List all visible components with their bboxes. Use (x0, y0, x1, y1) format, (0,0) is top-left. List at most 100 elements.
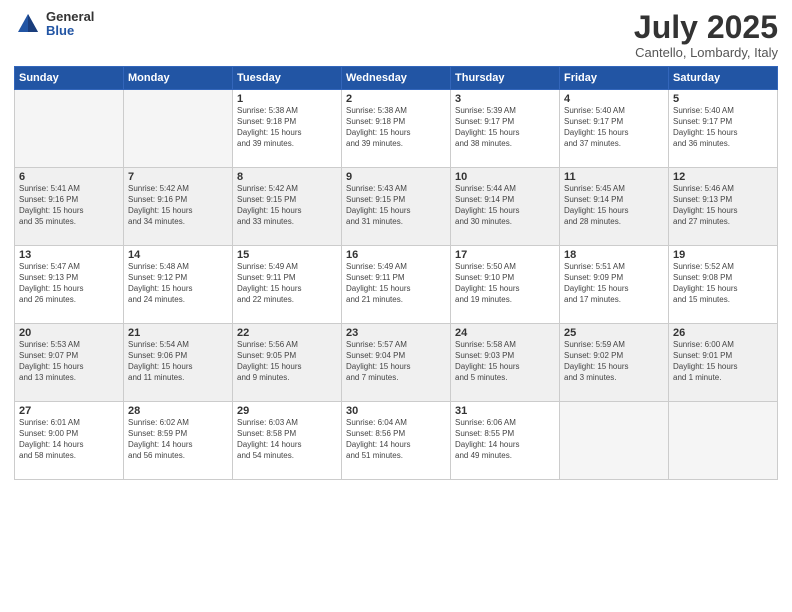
day-number: 20 (19, 327, 119, 339)
day-number: 28 (128, 405, 228, 417)
weekday-header-sunday: Sunday (15, 67, 124, 90)
day-number: 18 (564, 249, 664, 261)
calendar-cell: 11Sunrise: 5:45 AM Sunset: 9:14 PM Dayli… (560, 168, 669, 246)
calendar-cell (15, 90, 124, 168)
day-number: 1 (237, 93, 337, 105)
day-number: 22 (237, 327, 337, 339)
calendar-week-row: 1Sunrise: 5:38 AM Sunset: 9:18 PM Daylig… (15, 90, 778, 168)
page: General Blue July 2025 Cantello, Lombard… (0, 0, 792, 612)
calendar-cell: 12Sunrise: 5:46 AM Sunset: 9:13 PM Dayli… (669, 168, 778, 246)
day-number: 30 (346, 405, 446, 417)
calendar-cell: 24Sunrise: 5:58 AM Sunset: 9:03 PM Dayli… (451, 324, 560, 402)
day-info: Sunrise: 5:53 AM Sunset: 9:07 PM Dayligh… (19, 340, 119, 383)
day-number: 31 (455, 405, 555, 417)
day-number: 21 (128, 327, 228, 339)
calendar-cell: 17Sunrise: 5:50 AM Sunset: 9:10 PM Dayli… (451, 246, 560, 324)
day-number: 7 (128, 171, 228, 183)
day-number: 2 (346, 93, 446, 105)
calendar-cell: 20Sunrise: 5:53 AM Sunset: 9:07 PM Dayli… (15, 324, 124, 402)
day-number: 15 (237, 249, 337, 261)
day-info: Sunrise: 5:43 AM Sunset: 9:15 PM Dayligh… (346, 184, 446, 227)
month-title: July 2025 (634, 10, 778, 45)
day-info: Sunrise: 5:50 AM Sunset: 9:10 PM Dayligh… (455, 262, 555, 305)
logo: General Blue (14, 10, 94, 39)
calendar-cell: 5Sunrise: 5:40 AM Sunset: 9:17 PM Daylig… (669, 90, 778, 168)
day-info: Sunrise: 5:42 AM Sunset: 9:16 PM Dayligh… (128, 184, 228, 227)
day-info: Sunrise: 5:44 AM Sunset: 9:14 PM Dayligh… (455, 184, 555, 227)
weekday-header-friday: Friday (560, 67, 669, 90)
calendar-cell: 23Sunrise: 5:57 AM Sunset: 9:04 PM Dayli… (342, 324, 451, 402)
header: General Blue July 2025 Cantello, Lombard… (14, 10, 778, 60)
calendar-cell: 7Sunrise: 5:42 AM Sunset: 9:16 PM Daylig… (124, 168, 233, 246)
calendar-cell: 22Sunrise: 5:56 AM Sunset: 9:05 PM Dayli… (233, 324, 342, 402)
calendar-cell: 28Sunrise: 6:02 AM Sunset: 8:59 PM Dayli… (124, 402, 233, 480)
day-info: Sunrise: 5:58 AM Sunset: 9:03 PM Dayligh… (455, 340, 555, 383)
day-info: Sunrise: 5:40 AM Sunset: 9:17 PM Dayligh… (564, 106, 664, 149)
weekday-header-monday: Monday (124, 67, 233, 90)
calendar-cell: 30Sunrise: 6:04 AM Sunset: 8:56 PM Dayli… (342, 402, 451, 480)
calendar-cell: 10Sunrise: 5:44 AM Sunset: 9:14 PM Dayli… (451, 168, 560, 246)
calendar-header-row: SundayMondayTuesdayWednesdayThursdayFrid… (15, 67, 778, 90)
day-number: 4 (564, 93, 664, 105)
logo-text: General Blue (46, 10, 94, 39)
calendar-cell: 19Sunrise: 5:52 AM Sunset: 9:08 PM Dayli… (669, 246, 778, 324)
day-info: Sunrise: 6:03 AM Sunset: 8:58 PM Dayligh… (237, 418, 337, 461)
day-info: Sunrise: 6:00 AM Sunset: 9:01 PM Dayligh… (673, 340, 773, 383)
calendar-week-row: 6Sunrise: 5:41 AM Sunset: 9:16 PM Daylig… (15, 168, 778, 246)
day-number: 5 (673, 93, 773, 105)
day-info: Sunrise: 5:47 AM Sunset: 9:13 PM Dayligh… (19, 262, 119, 305)
day-info: Sunrise: 5:38 AM Sunset: 9:18 PM Dayligh… (237, 106, 337, 149)
calendar-cell: 29Sunrise: 6:03 AM Sunset: 8:58 PM Dayli… (233, 402, 342, 480)
day-number: 17 (455, 249, 555, 261)
day-number: 11 (564, 171, 664, 183)
day-info: Sunrise: 5:49 AM Sunset: 9:11 PM Dayligh… (346, 262, 446, 305)
day-info: Sunrise: 5:59 AM Sunset: 9:02 PM Dayligh… (564, 340, 664, 383)
calendar-cell: 8Sunrise: 5:42 AM Sunset: 9:15 PM Daylig… (233, 168, 342, 246)
day-number: 9 (346, 171, 446, 183)
calendar-cell: 3Sunrise: 5:39 AM Sunset: 9:17 PM Daylig… (451, 90, 560, 168)
day-info: Sunrise: 5:39 AM Sunset: 9:17 PM Dayligh… (455, 106, 555, 149)
day-info: Sunrise: 5:57 AM Sunset: 9:04 PM Dayligh… (346, 340, 446, 383)
day-number: 12 (673, 171, 773, 183)
day-number: 6 (19, 171, 119, 183)
day-number: 27 (19, 405, 119, 417)
day-info: Sunrise: 6:04 AM Sunset: 8:56 PM Dayligh… (346, 418, 446, 461)
day-info: Sunrise: 5:48 AM Sunset: 9:12 PM Dayligh… (128, 262, 228, 305)
weekday-header-wednesday: Wednesday (342, 67, 451, 90)
day-info: Sunrise: 6:06 AM Sunset: 8:55 PM Dayligh… (455, 418, 555, 461)
day-info: Sunrise: 6:01 AM Sunset: 9:00 PM Dayligh… (19, 418, 119, 461)
day-info: Sunrise: 5:40 AM Sunset: 9:17 PM Dayligh… (673, 106, 773, 149)
calendar-cell: 4Sunrise: 5:40 AM Sunset: 9:17 PM Daylig… (560, 90, 669, 168)
logo-general-text: General (46, 10, 94, 24)
calendar-cell: 9Sunrise: 5:43 AM Sunset: 9:15 PM Daylig… (342, 168, 451, 246)
weekday-header-saturday: Saturday (669, 67, 778, 90)
calendar-cell: 16Sunrise: 5:49 AM Sunset: 9:11 PM Dayli… (342, 246, 451, 324)
calendar-week-row: 20Sunrise: 5:53 AM Sunset: 9:07 PM Dayli… (15, 324, 778, 402)
day-number: 24 (455, 327, 555, 339)
calendar-cell: 2Sunrise: 5:38 AM Sunset: 9:18 PM Daylig… (342, 90, 451, 168)
day-number: 13 (19, 249, 119, 261)
calendar-cell (560, 402, 669, 480)
day-info: Sunrise: 5:51 AM Sunset: 9:09 PM Dayligh… (564, 262, 664, 305)
weekday-header-tuesday: Tuesday (233, 67, 342, 90)
calendar-cell: 31Sunrise: 6:06 AM Sunset: 8:55 PM Dayli… (451, 402, 560, 480)
calendar-cell: 6Sunrise: 5:41 AM Sunset: 9:16 PM Daylig… (15, 168, 124, 246)
day-info: Sunrise: 5:38 AM Sunset: 9:18 PM Dayligh… (346, 106, 446, 149)
day-number: 29 (237, 405, 337, 417)
day-number: 16 (346, 249, 446, 261)
calendar-cell: 25Sunrise: 5:59 AM Sunset: 9:02 PM Dayli… (560, 324, 669, 402)
day-number: 3 (455, 93, 555, 105)
logo-blue-text: Blue (46, 24, 94, 38)
logo-icon (14, 10, 42, 38)
calendar-cell (124, 90, 233, 168)
day-info: Sunrise: 5:45 AM Sunset: 9:14 PM Dayligh… (564, 184, 664, 227)
calendar-week-row: 27Sunrise: 6:01 AM Sunset: 9:00 PM Dayli… (15, 402, 778, 480)
day-number: 8 (237, 171, 337, 183)
day-number: 26 (673, 327, 773, 339)
calendar-cell: 21Sunrise: 5:54 AM Sunset: 9:06 PM Dayli… (124, 324, 233, 402)
day-number: 19 (673, 249, 773, 261)
day-info: Sunrise: 5:56 AM Sunset: 9:05 PM Dayligh… (237, 340, 337, 383)
calendar-cell: 26Sunrise: 6:00 AM Sunset: 9:01 PM Dayli… (669, 324, 778, 402)
location-subtitle: Cantello, Lombardy, Italy (634, 45, 778, 60)
calendar-cell: 14Sunrise: 5:48 AM Sunset: 9:12 PM Dayli… (124, 246, 233, 324)
